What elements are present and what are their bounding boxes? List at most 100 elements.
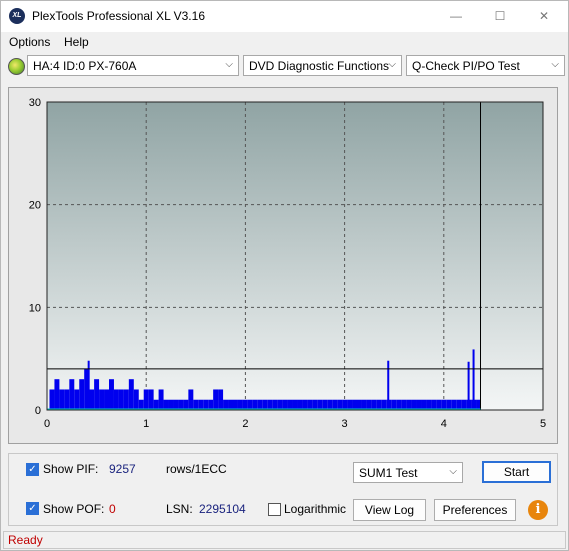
chevron-down-icon: ⌵	[388, 59, 396, 70]
pif-bar	[104, 389, 109, 410]
pif-bar	[94, 379, 100, 410]
view-log-button[interactable]: View Log	[353, 499, 426, 521]
pif-bar	[441, 399, 447, 410]
pif-bar	[411, 399, 417, 410]
pif-bar	[352, 399, 357, 410]
pif-bar	[118, 389, 124, 410]
show-pif-checkbox[interactable]: ✓	[26, 463, 39, 476]
pif-unit: rows/1ECC	[166, 462, 227, 476]
pif-bar	[327, 399, 333, 410]
pif-bar	[233, 399, 238, 410]
pif-bar	[317, 399, 323, 410]
pif-bar	[421, 399, 427, 410]
pif-bar	[312, 399, 318, 410]
pif-bar	[158, 389, 164, 410]
test-select[interactable]: Q-Check PI/PO Test ⌵	[406, 55, 565, 76]
pif-bar	[277, 399, 283, 410]
pif-bar	[59, 389, 65, 410]
x-tick-label: 2	[242, 418, 248, 430]
pif-bar	[64, 389, 70, 410]
pif-bar	[461, 399, 467, 410]
pif-bar	[332, 399, 338, 410]
pif-bar	[337, 399, 343, 410]
close-button[interactable]: ✕	[521, 1, 567, 32]
pif-bar	[262, 399, 268, 410]
drive-icon	[8, 58, 25, 75]
minimize-button[interactable]: —	[433, 1, 479, 32]
logarithmic-checkbox[interactable]	[268, 503, 281, 516]
start-button[interactable]: Start	[482, 461, 551, 483]
pif-bar	[148, 389, 154, 410]
pif-bar	[252, 399, 258, 410]
pif-bar	[173, 399, 179, 410]
pif-bar	[257, 399, 263, 410]
pif-bar	[128, 379, 134, 410]
pif-bar	[357, 399, 362, 410]
drive-select-value: HA:4 ID:0 PX-760A	[33, 59, 137, 73]
pif-bar	[347, 399, 353, 410]
pif-bar	[54, 379, 60, 410]
pif-bar	[371, 399, 377, 410]
pif-peak-bar	[387, 360, 390, 410]
preferences-button[interactable]: Preferences	[434, 499, 516, 521]
main-window: XL PlexTools Professional XL V3.16 — ☐ ✕…	[0, 0, 569, 551]
menu-bar: Options Help	[1, 32, 568, 52]
pif-peak-bar	[472, 349, 475, 410]
pif-peak-bar	[87, 360, 90, 410]
pif-bar	[198, 399, 204, 410]
pif-bar	[322, 399, 328, 410]
function-select[interactable]: DVD Diagnostic Functions ⌵	[243, 55, 402, 76]
pif-bar	[431, 399, 437, 410]
pif-bar	[163, 399, 169, 410]
pif-bar	[267, 399, 273, 410]
drive-select[interactable]: HA:4 ID:0 PX-760A ⌵	[27, 55, 239, 76]
pif-bar	[247, 399, 253, 410]
pif-bar	[228, 399, 233, 410]
pif-bar	[396, 399, 402, 410]
pif-bar	[272, 399, 278, 410]
pif-bar	[446, 399, 452, 410]
window-title: PlexTools Professional XL V3.16	[32, 9, 205, 23]
pif-bar	[361, 399, 367, 410]
pif-bar	[401, 399, 407, 410]
pif-bar	[451, 399, 457, 410]
pif-bar	[287, 399, 293, 410]
pif-bar	[208, 399, 214, 410]
lsn-label: LSN:	[166, 502, 193, 516]
pif-chart: 0 1 2 3 4 5 0 10 20 30	[29, 97, 546, 430]
pif-bar	[223, 399, 229, 410]
pif-bar	[89, 389, 95, 410]
menu-help[interactable]: Help	[64, 35, 89, 49]
pif-bar	[143, 389, 149, 410]
pif-bar	[109, 379, 114, 410]
function-select-value: DVD Diagnostic Functions	[249, 59, 390, 73]
show-pif-label: Show PIF:	[43, 462, 99, 476]
pif-bar	[193, 399, 199, 410]
pif-bar	[218, 389, 224, 410]
pif-bar	[391, 399, 397, 410]
toolbar: HA:4 ID:0 PX-760A ⌵ DVD Diagnostic Funct…	[1, 52, 568, 80]
status-bar: Ready	[3, 531, 566, 549]
show-pof-checkbox[interactable]: ✓	[26, 502, 39, 515]
menu-options[interactable]: Options	[9, 35, 50, 49]
pif-bar	[213, 389, 219, 410]
pif-bar	[366, 399, 372, 410]
sum-test-select[interactable]: SUM1 Test ⌵	[353, 462, 463, 483]
pif-bar	[282, 399, 288, 410]
chart-panel: 0 1 2 3 4 5 0 10 20 30	[8, 87, 558, 444]
pif-bar	[416, 399, 422, 410]
pif-bar	[376, 399, 382, 410]
pif-bar	[406, 399, 412, 410]
pif-bar	[242, 399, 248, 410]
pif-bar	[292, 399, 298, 410]
maximize-button[interactable]: ☐	[477, 1, 523, 32]
sum-test-value: SUM1 Test	[359, 466, 418, 480]
controls-panel: ✓ Show PIF: 9257 rows/1ECC SUM1 Test ⌵ S…	[8, 453, 558, 526]
y-tick-label: 30	[29, 97, 41, 109]
info-icon[interactable]: i	[528, 500, 548, 520]
y-tick-label: 0	[35, 405, 41, 417]
pif-bar	[74, 389, 80, 410]
pif-bar	[307, 399, 313, 410]
pif-bar	[342, 399, 348, 410]
pif-bar	[168, 399, 174, 410]
